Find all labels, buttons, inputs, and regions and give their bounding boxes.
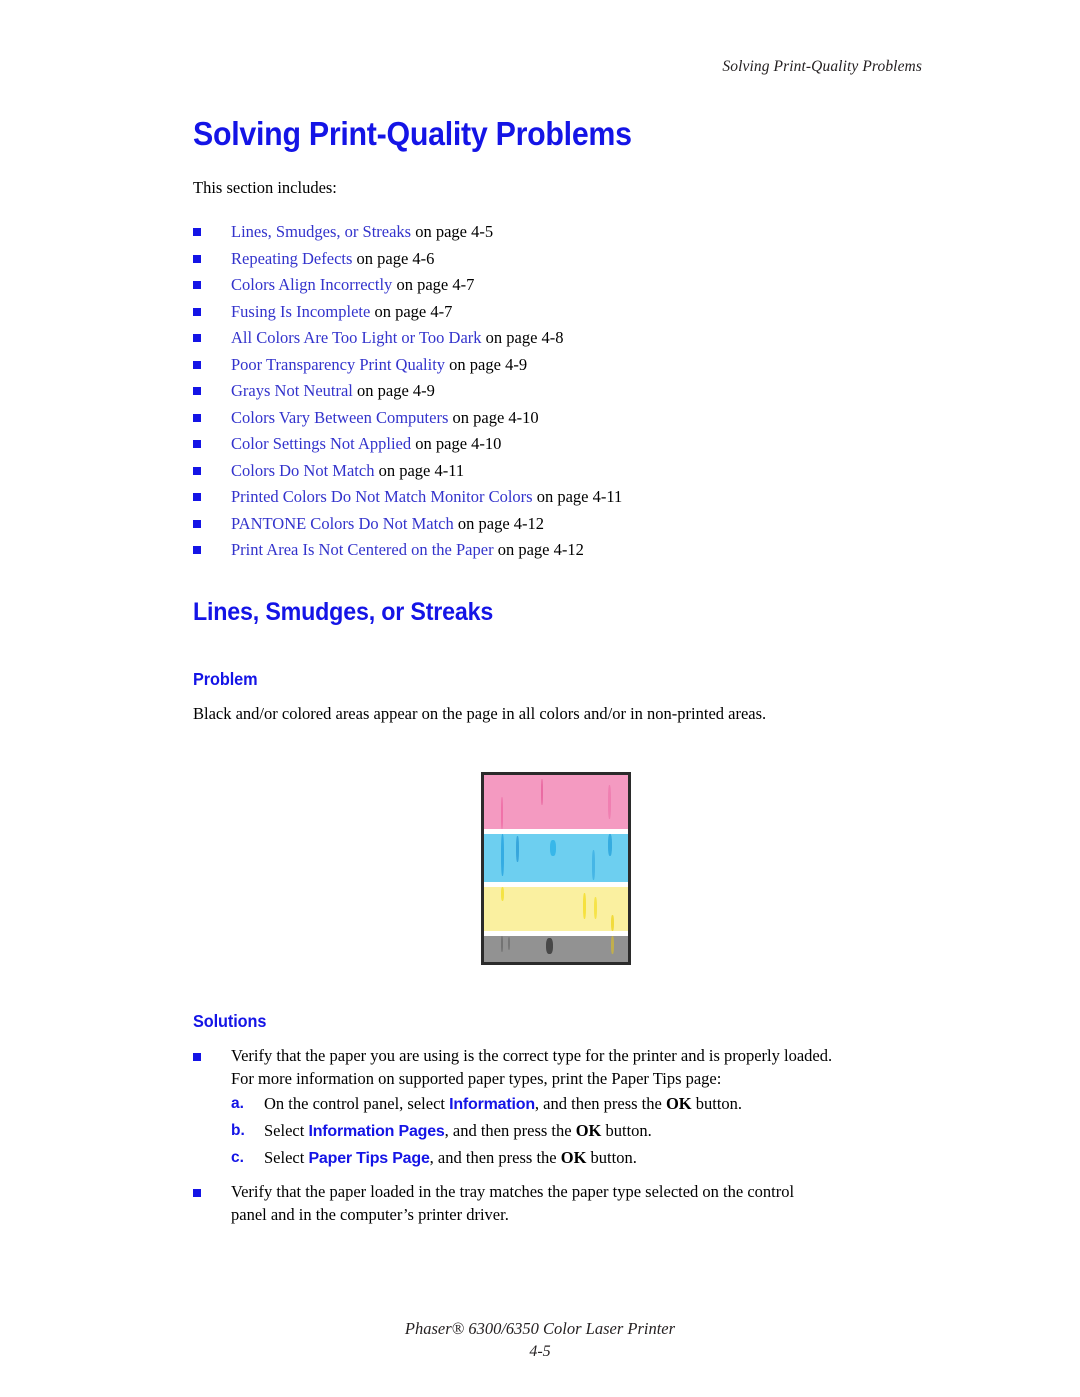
step-text-mid: , and then press the: [444, 1121, 576, 1140]
problem-description: Black and/or colored areas appear on the…: [193, 704, 767, 723]
cyan-band: [484, 834, 628, 882]
step-text-pre: On the control panel, select: [264, 1094, 450, 1113]
solution-text-line-1: Verify that the paper loaded in the tray…: [231, 1182, 795, 1201]
toc-link[interactable]: Printed Colors Do Not Match Monitor Colo…: [231, 487, 533, 506]
toc-page-ref: on page 4-7: [370, 301, 453, 321]
bullet-square-icon: [193, 493, 201, 501]
bullet-square-icon: [193, 546, 201, 554]
ok-button-term: OK: [560, 1148, 587, 1167]
footer-page-number: 4-5: [529, 1343, 551, 1360]
toc-link[interactable]: PANTONE Colors Do Not Match: [231, 514, 454, 533]
solution-text-line-1: Verify that the paper you are using is t…: [231, 1046, 833, 1065]
bullet-square-icon: [193, 1189, 201, 1197]
toc-page-ref: on page 4-9: [352, 381, 435, 400]
solutions-heading: Solutions: [193, 1011, 267, 1031]
toc-link[interactable]: Colors Align Incorrectly: [231, 275, 392, 294]
list-item[interactable]: Lines, Smudges, or Streaks on page 4-5: [193, 221, 935, 248]
bullet-square-icon: [193, 1053, 201, 1061]
print-defect-sample-image: [481, 772, 631, 965]
list-item[interactable]: All Colors Are Too Light or Too Dark on …: [193, 327, 935, 354]
toc-link[interactable]: Color Settings Not Applied: [231, 434, 411, 453]
toc-link[interactable]: Print Area Is Not Centered on the Paper: [231, 540, 494, 559]
solution-text-line-2: For more information on supported paper …: [231, 1068, 722, 1088]
menu-term: Paper Tips Page: [308, 1150, 430, 1167]
running-head: Solving Print-Quality Problems: [722, 58, 922, 75]
bullet-square-icon: [193, 466, 201, 475]
toc-link[interactable]: Lines, Smudges, or Streaks: [231, 222, 411, 241]
list-item[interactable]: PANTONE Colors Do Not Match on page 4-12: [193, 513, 935, 540]
solution-steps: a. On the control panel, select Informati…: [231, 1091, 935, 1172]
step-text-pre: Select: [264, 1121, 309, 1140]
list-item[interactable]: Colors Vary Between Computers on page 4-…: [193, 407, 935, 434]
step-text-mid: , and then press the: [534, 1094, 666, 1113]
solution-text-line-2: panel and in the computer’s printer driv…: [231, 1204, 509, 1224]
bullet-square-icon: [193, 440, 201, 448]
bullet-square-icon: [193, 519, 201, 528]
step-marker: c.: [231, 1149, 244, 1166]
toc-page-ref: on page 4-8: [481, 328, 564, 347]
toc-link[interactable]: Colors Vary Between Computers: [231, 408, 448, 427]
solutions-list: Verify that the paper you are using is t…: [193, 1045, 935, 1226]
list-item[interactable]: Color Settings Not Applied on page 4-10: [193, 433, 935, 460]
page-title: Solving Print-Quality Problems: [193, 115, 632, 152]
list-item[interactable]: Colors Align Incorrectly on page 4-7: [193, 274, 935, 301]
step-item: c. Select Paper Tips Page, and then press…: [231, 1145, 935, 1172]
ok-button-term: OK: [665, 1094, 692, 1113]
section-heading: Lines, Smudges, or Streaks: [193, 598, 494, 626]
yellow-band: [484, 887, 628, 931]
toc-page-ref: on page 4-5: [411, 222, 494, 241]
step-text-pre: Select: [264, 1148, 309, 1167]
list-item: Verify that the paper loaded in the tray…: [193, 1181, 935, 1226]
bullet-square-icon: [193, 360, 201, 369]
toc-link[interactable]: Fusing Is Incomplete: [231, 302, 370, 321]
ok-button-term: OK: [575, 1121, 602, 1140]
gray-band: [484, 936, 628, 962]
step-text-post: button.: [586, 1148, 637, 1167]
footer-title: Phaser® 6300/6350 Color Laser Printer: [404, 1319, 676, 1338]
toc-link[interactable]: Grays Not Neutral: [231, 381, 353, 400]
bullet-square-icon: [193, 281, 201, 289]
list-item: Verify that the paper you are using is t…: [193, 1045, 935, 1172]
list-item[interactable]: Grays Not Neutral on page 4-9: [193, 380, 935, 407]
list-item[interactable]: Print Area Is Not Centered on the Paper …: [193, 539, 935, 566]
toc-page-ref: on page 4-10: [411, 434, 502, 453]
list-item[interactable]: Poor Transparency Print Quality on page …: [193, 354, 935, 381]
toc-page-ref: on page 4-9: [445, 354, 528, 374]
step-marker: b.: [231, 1122, 245, 1139]
list-item[interactable]: Printed Colors Do Not Match Monitor Colo…: [193, 486, 935, 513]
list-item[interactable]: Repeating Defects on page 4-6: [193, 248, 935, 275]
document-page: Solving Print-Quality Problems Solving P…: [0, 0, 1080, 1397]
bullet-square-icon: [193, 334, 201, 342]
toc-page-ref: on page 4-6: [352, 248, 435, 268]
list-item[interactable]: Fusing Is Incomplete on page 4-7: [193, 301, 935, 328]
toc-page-ref: on page 4-11: [532, 487, 623, 506]
toc-link[interactable]: Colors Do Not Match: [231, 461, 374, 480]
intro-text: This section includes:: [193, 178, 337, 197]
toc-page-ref: on page 4-10: [448, 407, 539, 427]
menu-term: Information: [449, 1096, 535, 1113]
toc-page-ref: on page 4-12: [453, 513, 545, 533]
step-text-post: button.: [691, 1094, 743, 1113]
step-item: b. Select Information Pages, and then pre…: [231, 1118, 935, 1145]
step-text-mid: , and then press the: [429, 1148, 561, 1167]
section-link-list: Lines, Smudges, or Streaks on page 4-5 R…: [193, 221, 935, 566]
menu-term: Information Pages: [308, 1123, 445, 1140]
bullet-square-icon: [193, 387, 201, 395]
problem-heading: Problem: [193, 669, 258, 689]
bullet-square-icon: [193, 228, 201, 236]
toc-page-ref: on page 4-7: [392, 275, 475, 294]
bullet-square-icon: [193, 413, 201, 422]
list-item[interactable]: Colors Do Not Match on page 4-11: [193, 460, 935, 487]
bullet-square-icon: [193, 307, 201, 316]
toc-link[interactable]: Repeating Defects: [231, 249, 352, 268]
toc-page-ref: on page 4-12: [493, 540, 584, 559]
step-marker: a.: [231, 1095, 244, 1112]
step-item: a. On the control panel, select Informati…: [231, 1091, 935, 1118]
toc-link[interactable]: Poor Transparency Print Quality: [231, 355, 445, 374]
step-text-post: button.: [601, 1121, 652, 1140]
toc-link[interactable]: All Colors Are Too Light or Too Dark: [231, 328, 482, 347]
magenta-band: [484, 775, 628, 829]
bullet-square-icon: [193, 254, 201, 263]
toc-page-ref: on page 4-11: [374, 460, 465, 480]
